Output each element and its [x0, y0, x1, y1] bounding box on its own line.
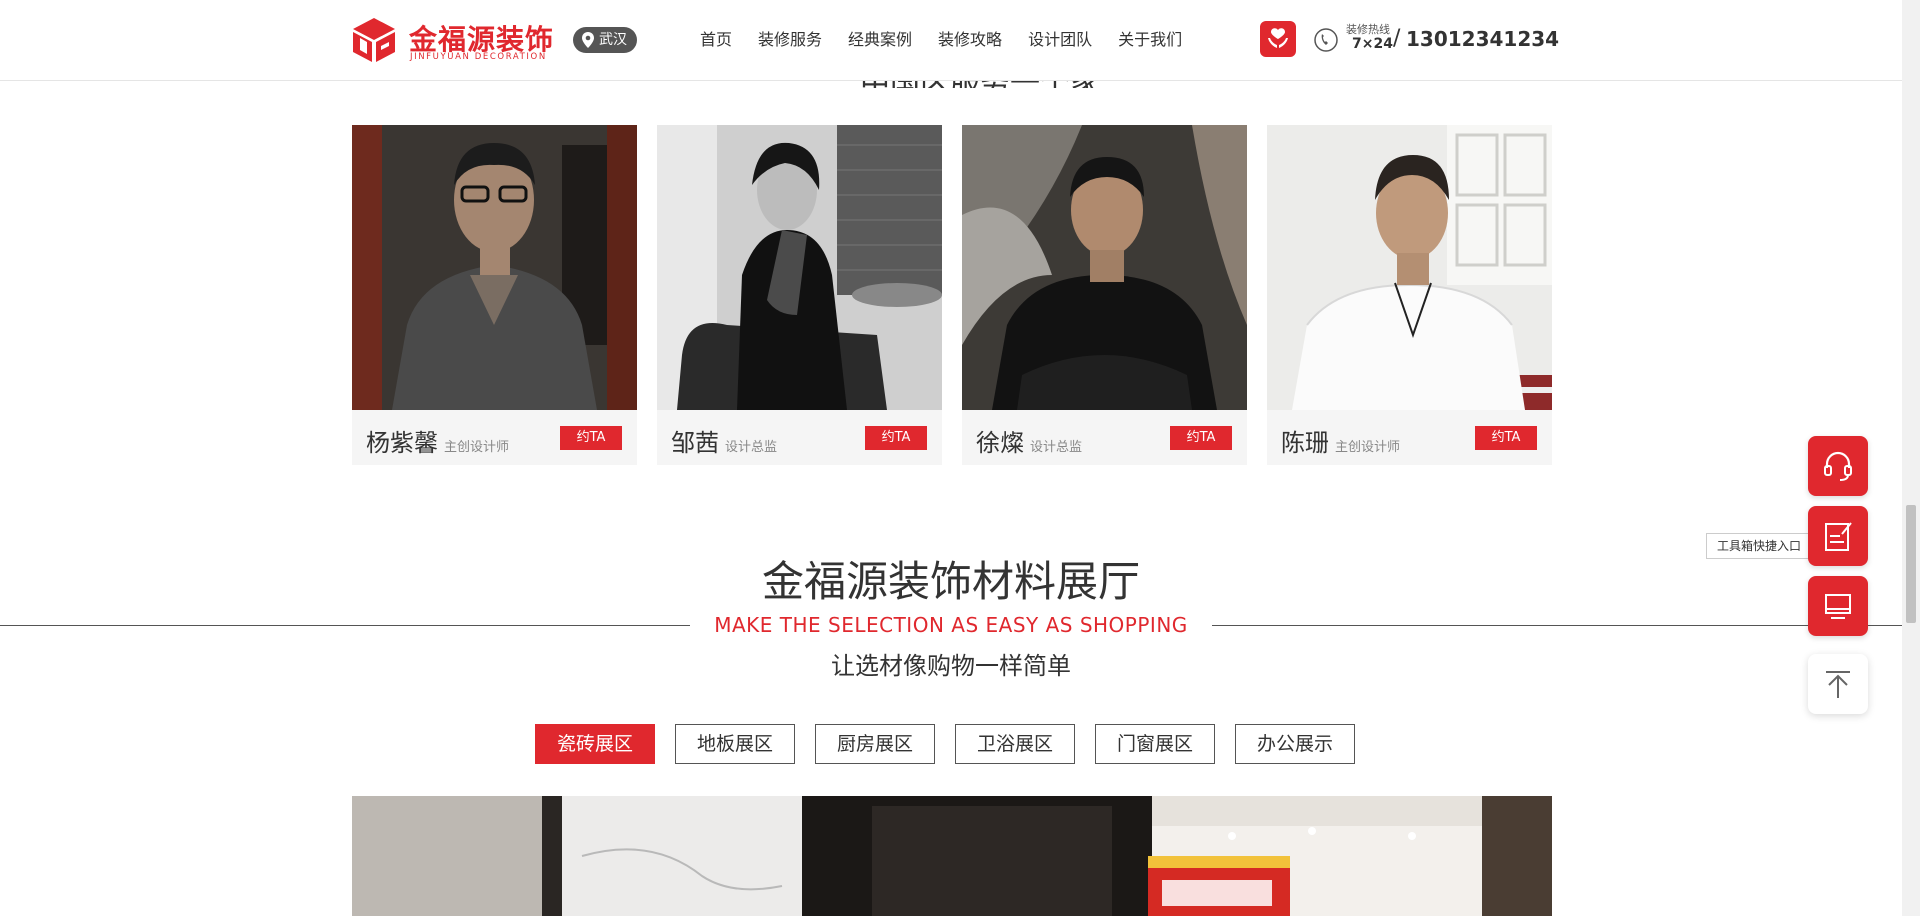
hotline-hours: 7×24: [1352, 36, 1393, 52]
edit-note-icon: [1825, 522, 1852, 551]
designer-photo: [657, 125, 942, 410]
designer-card[interactable]: 杨紫馨 主创设计师 约TA: [352, 125, 637, 465]
nav-home[interactable]: 首页: [700, 0, 732, 80]
tab-doors-windows[interactable]: 门窗展区: [1095, 724, 1215, 764]
hotline-label: 装修热线: [1346, 23, 1390, 36]
hall-title: 金福源装饰材料展厅: [761, 557, 1140, 606]
phone-icon: [1314, 28, 1338, 52]
designer-card[interactable]: 邹茜 设计总监 约TA: [657, 125, 942, 465]
tab-kitchen[interactable]: 厨房展区: [815, 724, 935, 764]
customer-service-button[interactable]: [1808, 436, 1868, 496]
hall-tabs: 瓷砖展区 地板展区 厨房展区 卫浴展区 门窗展区 办公展示: [535, 724, 1355, 764]
monitor-icon: [1825, 594, 1851, 619]
designer-card[interactable]: 徐燦 设计总监 约TA: [962, 125, 1247, 465]
book-designer-button[interactable]: 约TA: [560, 426, 622, 450]
nav-design-team[interactable]: 设计团队: [1028, 0, 1092, 80]
tab-tiles[interactable]: 瓷砖展区: [535, 724, 655, 764]
city-selector[interactable]: 武汉: [573, 27, 637, 53]
nav-cases[interactable]: 经典案例: [848, 0, 912, 80]
hotline-separator: /: [1393, 26, 1401, 51]
tab-flooring[interactable]: 地板展区: [675, 724, 795, 764]
back-to-top-icon: [1826, 671, 1850, 698]
page-scrollbar[interactable]: [1902, 0, 1920, 916]
designer-role: 主创设计师: [1335, 440, 1401, 455]
location-pin-icon: [582, 32, 594, 48]
designer-card[interactable]: 陈珊 主创设计师 约TA: [1267, 125, 1552, 465]
designer-photo: [1267, 125, 1552, 410]
main-nav: 首页 装修服务 经典案例 装修攻略 设计团队 关于我们: [700, 0, 1208, 80]
headset-icon: [1824, 451, 1852, 481]
nav-about[interactable]: 关于我们: [1118, 0, 1182, 80]
nav-guides[interactable]: 装修攻略: [938, 0, 1002, 80]
back-to-top-button[interactable]: [1808, 654, 1868, 714]
hall-subtitle-en: MAKE THE SELECTION AS EASY AS SHOPPING: [714, 613, 1188, 637]
designer-photo: [352, 125, 637, 410]
logo-cube-icon: [353, 18, 395, 62]
service-hands-icon[interactable]: [1260, 21, 1296, 57]
brand-name-en: JINFUYUAN DECORATION: [410, 52, 547, 62]
designer-name: 陈珊 主创设计师: [1281, 429, 1401, 457]
designer-photo: [962, 125, 1247, 410]
designer-name: 徐燦 设计总监: [976, 429, 1083, 457]
showroom-photo: [352, 796, 1552, 916]
designer-name: 杨紫馨 主创设计师: [366, 429, 510, 457]
scrollbar-thumb[interactable]: [1906, 505, 1916, 623]
book-designer-button[interactable]: 约TA: [1170, 426, 1232, 450]
nav-services[interactable]: 装修服务: [758, 0, 822, 80]
hotline-number[interactable]: 13012341234: [1406, 27, 1559, 51]
site-header: 金福源装饰 JINFUYUAN DECORATION 武汉 首页 装修服务 经典…: [0, 0, 1902, 81]
book-designer-button[interactable]: 约TA: [1475, 426, 1537, 450]
tab-bathroom[interactable]: 卫浴展区: [955, 724, 1075, 764]
quote-request-button[interactable]: [1808, 506, 1868, 566]
designer-role: 设计总监: [725, 440, 778, 455]
designer-name: 邹茜 设计总监: [671, 429, 778, 457]
designer-role: 主创设计师: [444, 440, 510, 455]
hall-subtitle-cn: 让选材像购物一样简单: [831, 652, 1071, 680]
designer-role: 设计总监: [1030, 440, 1083, 455]
online-design-button[interactable]: [1808, 576, 1868, 636]
city-label: 武汉: [599, 32, 627, 48]
book-designer-button[interactable]: 约TA: [865, 426, 927, 450]
tab-office[interactable]: 办公展示: [1235, 724, 1355, 764]
